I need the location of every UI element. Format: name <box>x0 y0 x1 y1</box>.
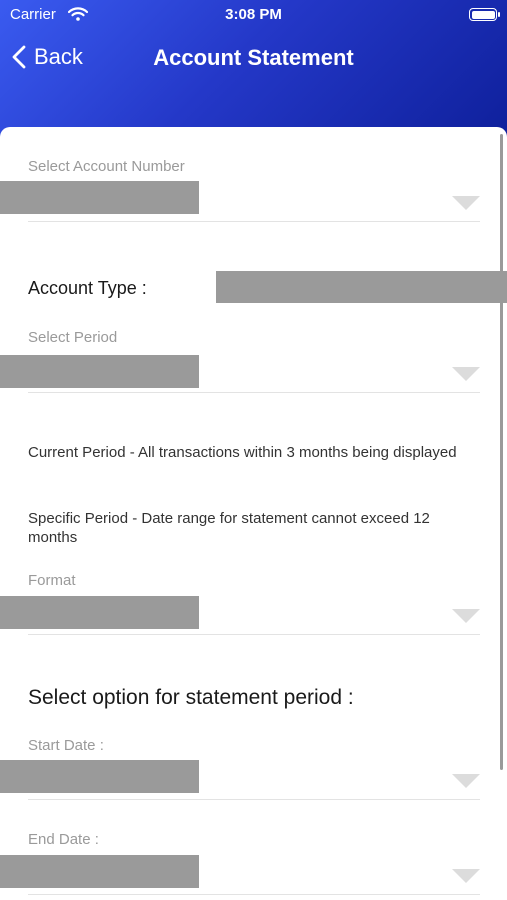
end-date-dropdown[interactable] <box>0 852 507 896</box>
page-title: Account Statement <box>153 45 354 70</box>
format-dropdown[interactable] <box>0 593 507 637</box>
dropdown-arrow-icon <box>452 869 480 883</box>
divider <box>28 221 480 222</box>
start-date-label: Start Date : <box>28 737 104 754</box>
nav-bar: Back Account Statement <box>0 40 507 76</box>
dropdown-arrow-icon <box>452 367 480 381</box>
divider <box>28 894 480 895</box>
period-label: Select Period <box>28 329 118 346</box>
period-value <box>0 355 199 388</box>
account-number-value <box>0 181 199 214</box>
account-type-label: Account Type : <box>28 278 147 298</box>
status-bar: Carrier 3:08 PM <box>0 6 507 26</box>
divider <box>28 799 480 800</box>
start-date-value <box>0 760 199 793</box>
clock: 3:08 PM <box>225 6 282 23</box>
format-value <box>0 596 199 629</box>
format-label: Format <box>28 572 76 589</box>
info-current-period: Current Period - All transactions within… <box>28 444 457 461</box>
scrollbar[interactable] <box>500 134 503 770</box>
account-number-dropdown[interactable] <box>0 178 507 224</box>
divider <box>28 392 480 393</box>
account-number-label: Select Account Number <box>28 158 185 175</box>
end-date-value <box>0 855 199 888</box>
statement-period-heading: Select option for statement period : <box>28 686 354 709</box>
battery-icon <box>469 8 500 21</box>
dropdown-arrow-icon <box>452 609 480 623</box>
end-date-label: End Date : <box>28 831 99 848</box>
divider <box>28 634 480 635</box>
dropdown-arrow-icon <box>452 196 480 210</box>
info-specific-period: Specific Period - Date range for stateme… <box>28 510 430 546</box>
period-dropdown[interactable] <box>0 352 507 396</box>
account-type-value <box>216 271 507 303</box>
dropdown-arrow-icon <box>452 774 480 788</box>
start-date-dropdown[interactable] <box>0 757 507 801</box>
